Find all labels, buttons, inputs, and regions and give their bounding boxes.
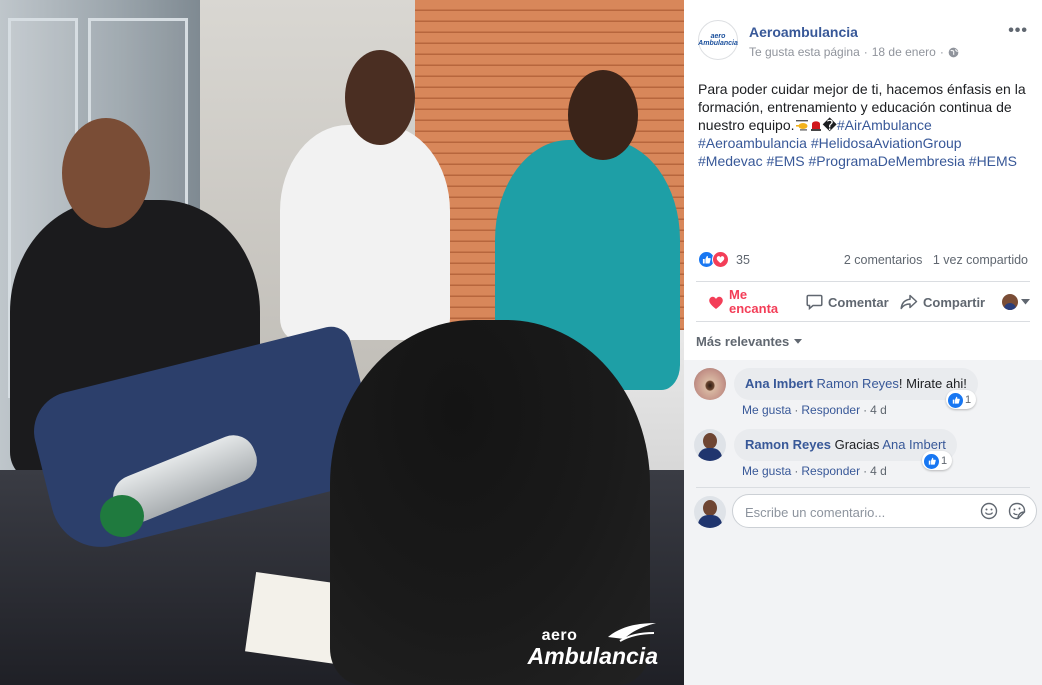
comment-button-label: Comentar [828, 294, 889, 310]
love-reaction-icon [712, 251, 729, 268]
helicopter-emoji-icon [795, 120, 808, 131]
post-date-link[interactable]: 18 de enero [872, 45, 936, 59]
reaction-count[interactable]: 35 [736, 253, 750, 267]
comments-count-link[interactable]: 2 comentarios [844, 253, 923, 267]
reaction-icons[interactable] [698, 251, 729, 268]
comment-mention-link[interactable]: Ramon Reyes [817, 376, 899, 391]
caret-down-icon [1021, 299, 1030, 305]
page-avatar[interactable]: aero Ambulancia [698, 20, 738, 60]
like-reaction-icon [948, 392, 963, 408]
globe-icon[interactable] [948, 47, 959, 58]
comment-sort-dropdown[interactable]: Más relevantes [696, 334, 803, 349]
comment-time[interactable]: 4 d [870, 403, 887, 417]
comment-author-link[interactable]: Ramon Reyes [745, 437, 831, 452]
comment-bubble: Ana Imbert Ramon Reyes! Mirate ahi! [734, 368, 978, 400]
photo-person-head [62, 118, 150, 228]
post-stats: 35 2 comentarios 1 vez compartido [698, 251, 1028, 269]
comment: Ramon Reyes Gracias Ana Imbert 1 Me gust… [694, 429, 1034, 485]
shares-count-link[interactable]: 1 vez compartido [933, 253, 1028, 267]
comment-like-link[interactable]: Me gusta [742, 464, 791, 478]
love-button-label: Me encanta [729, 287, 779, 316]
comment-like-count: 1 [941, 455, 948, 467]
divider [696, 487, 1030, 488]
wing-logo-icon [608, 623, 656, 642]
post-as-selector[interactable] [1002, 284, 1030, 320]
ambulance-light-emoji-icon [810, 121, 821, 131]
comment-like-count: 1 [965, 394, 972, 406]
photo-person-head [345, 50, 415, 145]
heart-icon [709, 296, 723, 309]
caret-down-icon [794, 339, 803, 344]
sort-label: Más relevantes [696, 334, 790, 349]
meta-separator: · [863, 45, 868, 59]
share-button-label: Compartir [923, 294, 986, 310]
photo-person [280, 125, 450, 340]
divider [696, 281, 1030, 282]
divider [696, 321, 1030, 322]
page-avatar-logo: aero Ambulancia [698, 33, 738, 47]
comment-like-badge[interactable]: 1 [946, 390, 977, 409]
comment-input[interactable] [745, 502, 970, 522]
post-meta: Te gusta esta página · 18 de enero · [749, 45, 959, 59]
hashtag-link[interactable]: #AirAmbulance [837, 117, 932, 133]
emoji-icon[interactable] [980, 502, 998, 520]
post-header: aero Ambulancia Aeroambulancia Te gusta … [698, 18, 1028, 68]
logo-line-ambulancia: Ambulancia [527, 643, 658, 669]
post-actions: Me encanta Comentar Compartir [698, 284, 1030, 320]
comment-like-link[interactable]: Me gusta [742, 403, 791, 417]
page-name-link[interactable]: Aeroambulancia [749, 24, 858, 40]
comment-actions: Me gusta · Responder · 4 d [742, 403, 887, 417]
comment-mention-link[interactable]: Ana Imbert [882, 437, 946, 452]
viewer-avatar [1002, 294, 1018, 310]
hashtag-links[interactable]: #Aeroambulancia #HelidosaAviationGroup [698, 135, 962, 151]
comment-time[interactable]: 4 d [870, 464, 887, 478]
comment-reply-link[interactable]: Responder [801, 464, 860, 478]
photo-oxygen-valve [100, 495, 144, 537]
comment-input-box[interactable] [732, 494, 1037, 528]
comment-composer [694, 494, 1037, 530]
liked-page-label: Te gusta esta página [749, 45, 860, 59]
comment-actions: Me gusta · Responder · 4 d [742, 464, 887, 478]
hashtag-links[interactable]: #Medevac #EMS #ProgramaDeMembresia #HEMS [698, 153, 1017, 169]
photo-watermark-logo: aero Ambulancia [527, 623, 658, 669]
like-reaction-icon [924, 453, 939, 469]
comment: Ana Imbert Ramon Reyes! Mirate ahi! 1 Me… [694, 368, 1034, 424]
love-button[interactable]: Me encanta [708, 284, 778, 320]
share-icon [900, 294, 918, 310]
commenter-avatar[interactable] [694, 368, 726, 400]
viewer-avatar [694, 496, 726, 528]
comment-author-link[interactable]: Ana Imbert [745, 376, 813, 391]
photo-person-head [568, 70, 638, 160]
post-message: Para poder cuidar mejor de ti, hacemos é… [698, 80, 1030, 170]
commenter-avatar[interactable] [694, 429, 726, 461]
post-side-panel: aero Ambulancia Aeroambulancia Te gusta … [684, 0, 1042, 685]
comment-like-badge[interactable]: 1 [922, 451, 953, 470]
stats-right: 2 comentarios 1 vez compartido [844, 253, 1028, 267]
comment-icon [806, 294, 823, 310]
comment-reply-link[interactable]: Responder [801, 403, 860, 417]
comment-text: Gracias [834, 437, 880, 452]
share-button[interactable]: Compartir [900, 284, 985, 320]
sticker-icon[interactable] [1008, 502, 1026, 520]
post-photo[interactable]: aero Ambulancia [0, 0, 684, 685]
comment-text: ! Mirate ahi! [898, 376, 967, 391]
post-message-glyph: � [822, 117, 837, 133]
meta-separator: · [939, 45, 944, 59]
more-options-icon[interactable]: ••• [1008, 22, 1028, 40]
